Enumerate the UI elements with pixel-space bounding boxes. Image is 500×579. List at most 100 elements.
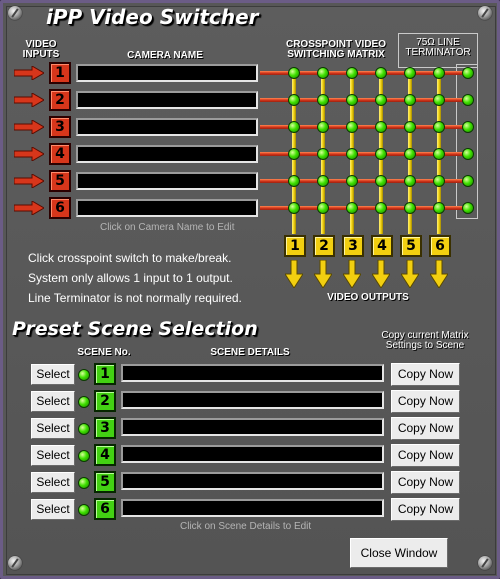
video-inputs-line2: INPUTS xyxy=(22,49,60,60)
input-number-5: 5 xyxy=(49,170,71,192)
crosspoint-5-6[interactable] xyxy=(433,175,445,187)
copy-now-button-2[interactable]: Copy Now xyxy=(391,390,460,413)
info-text: Click crosspoint switch to make/break. S… xyxy=(28,248,242,308)
info-line-3: Line Terminator is not normally required… xyxy=(28,291,242,305)
copy-matrix-label: Copy current Matrix Settings to Scene xyxy=(366,331,484,351)
screw-icon xyxy=(8,6,22,20)
input-arrow-icon xyxy=(14,174,44,188)
copy-now-button-5[interactable]: Copy Now xyxy=(391,471,460,494)
select-scene-button-5[interactable]: Select xyxy=(31,472,75,493)
input-arrow-icon xyxy=(14,147,44,161)
crosspoint-4-2[interactable] xyxy=(317,148,329,160)
scene-details-field-1[interactable] xyxy=(121,364,384,382)
crosspoint-4-6[interactable] xyxy=(433,148,445,160)
input-number-2: 2 xyxy=(49,89,71,111)
crosspoint-3-1[interactable] xyxy=(288,121,300,133)
scene-number-5: 5 xyxy=(94,471,116,493)
camera-name-field-6[interactable] xyxy=(76,199,258,217)
input-arrow-icon xyxy=(14,120,44,134)
crosspoint-1-1[interactable] xyxy=(288,67,300,79)
camera-name-header: CAMERA NAME xyxy=(127,50,203,61)
scene-status-icon xyxy=(78,477,90,489)
crosspoint-5-2[interactable] xyxy=(317,175,329,187)
camera-name-field-3[interactable] xyxy=(76,118,258,136)
crosspoint-3-6[interactable] xyxy=(433,121,445,133)
line-terminator-column[interactable] xyxy=(456,64,478,219)
crosspoint-5-4[interactable] xyxy=(375,175,387,187)
crosspoint-2-2[interactable] xyxy=(317,94,329,106)
terminator-5[interactable] xyxy=(462,175,474,187)
crosspoint-2-4[interactable] xyxy=(375,94,387,106)
select-scene-button-3[interactable]: Select xyxy=(31,418,75,439)
output-arrow-icon xyxy=(285,260,303,288)
copy-matrix-label-line2: Settings to Scene xyxy=(385,340,465,351)
select-scene-button-2[interactable]: Select xyxy=(31,391,75,412)
crosspoint-6-3[interactable] xyxy=(346,202,358,214)
scene-status-icon xyxy=(78,504,90,516)
copy-now-button-3[interactable]: Copy Now xyxy=(391,417,460,440)
crosspoint-1-4[interactable] xyxy=(375,67,387,79)
camera-name-field-1[interactable] xyxy=(76,64,258,82)
scene-details-field-5[interactable] xyxy=(121,472,384,490)
copy-now-button-1[interactable]: Copy Now xyxy=(391,363,460,386)
select-scene-button-4[interactable]: Select xyxy=(31,445,75,466)
crosspoint-2-5[interactable] xyxy=(404,94,416,106)
output-number-4: 4 xyxy=(371,235,393,257)
crosspoint-3-4[interactable] xyxy=(375,121,387,133)
crosspoint-1-6[interactable] xyxy=(433,67,445,79)
scene-status-icon xyxy=(78,396,90,408)
terminator-6[interactable] xyxy=(462,202,474,214)
scene-status-icon xyxy=(78,450,90,462)
app-title: iPP Video Switcher xyxy=(46,5,259,29)
output-arrow-icon xyxy=(401,260,419,288)
scene-details-field-2[interactable] xyxy=(121,391,384,409)
crosspoint-4-3[interactable] xyxy=(346,148,358,160)
scene-number-6: 6 xyxy=(94,498,116,520)
crosspoint-1-2[interactable] xyxy=(317,67,329,79)
scene-number-3: 3 xyxy=(94,417,116,439)
copy-now-button-6[interactable]: Copy Now xyxy=(391,498,460,521)
crosspoint-6-6[interactable] xyxy=(433,202,445,214)
crosspoint-3-3[interactable] xyxy=(346,121,358,133)
select-scene-button-6[interactable]: Select xyxy=(31,499,75,520)
terminator-4[interactable] xyxy=(462,148,474,160)
crosspoint-3-5[interactable] xyxy=(404,121,416,133)
crosspoint-6-5[interactable] xyxy=(404,202,416,214)
output-number-1: 1 xyxy=(284,235,306,257)
crosspoint-5-5[interactable] xyxy=(404,175,416,187)
crosspoint-5-3[interactable] xyxy=(346,175,358,187)
crosspoint-4-1[interactable] xyxy=(288,148,300,160)
camera-edit-hint: Click on Camera Name to Edit xyxy=(100,222,235,233)
copy-now-button-4[interactable]: Copy Now xyxy=(391,444,460,467)
screw-icon xyxy=(478,6,492,20)
scene-details-field-4[interactable] xyxy=(121,445,384,463)
scene-number-2: 2 xyxy=(94,390,116,412)
select-scene-button-1[interactable]: Select xyxy=(31,364,75,385)
camera-name-field-2[interactable] xyxy=(76,91,258,109)
crosspoint-4-5[interactable] xyxy=(404,148,416,160)
info-line-1: Click crosspoint switch to make/break. xyxy=(28,251,232,265)
camera-name-field-5[interactable] xyxy=(76,172,258,190)
crosspoint-6-4[interactable] xyxy=(375,202,387,214)
crosspoint-5-1[interactable] xyxy=(288,175,300,187)
input-arrow-icon xyxy=(14,201,44,215)
crosspoint-4-4[interactable] xyxy=(375,148,387,160)
close-window-button[interactable]: Close Window xyxy=(350,538,448,568)
output-number-6: 6 xyxy=(429,235,451,257)
crosspoint-6-1[interactable] xyxy=(288,202,300,214)
crosspoint-2-3[interactable] xyxy=(346,94,358,106)
crosspoint-1-3[interactable] xyxy=(346,67,358,79)
crosspoint-6-2[interactable] xyxy=(317,202,329,214)
screw-icon xyxy=(8,556,22,570)
camera-name-field-4[interactable] xyxy=(76,145,258,163)
terminator-1[interactable] xyxy=(462,67,474,79)
scene-details-field-6[interactable] xyxy=(121,499,384,517)
crosspoint-1-5[interactable] xyxy=(404,67,416,79)
input-number-1: 1 xyxy=(49,62,71,84)
crosspoint-2-1[interactable] xyxy=(288,94,300,106)
crosspoint-2-6[interactable] xyxy=(433,94,445,106)
terminator-2[interactable] xyxy=(462,94,474,106)
terminator-3[interactable] xyxy=(462,121,474,133)
crosspoint-3-2[interactable] xyxy=(317,121,329,133)
scene-details-field-3[interactable] xyxy=(121,418,384,436)
